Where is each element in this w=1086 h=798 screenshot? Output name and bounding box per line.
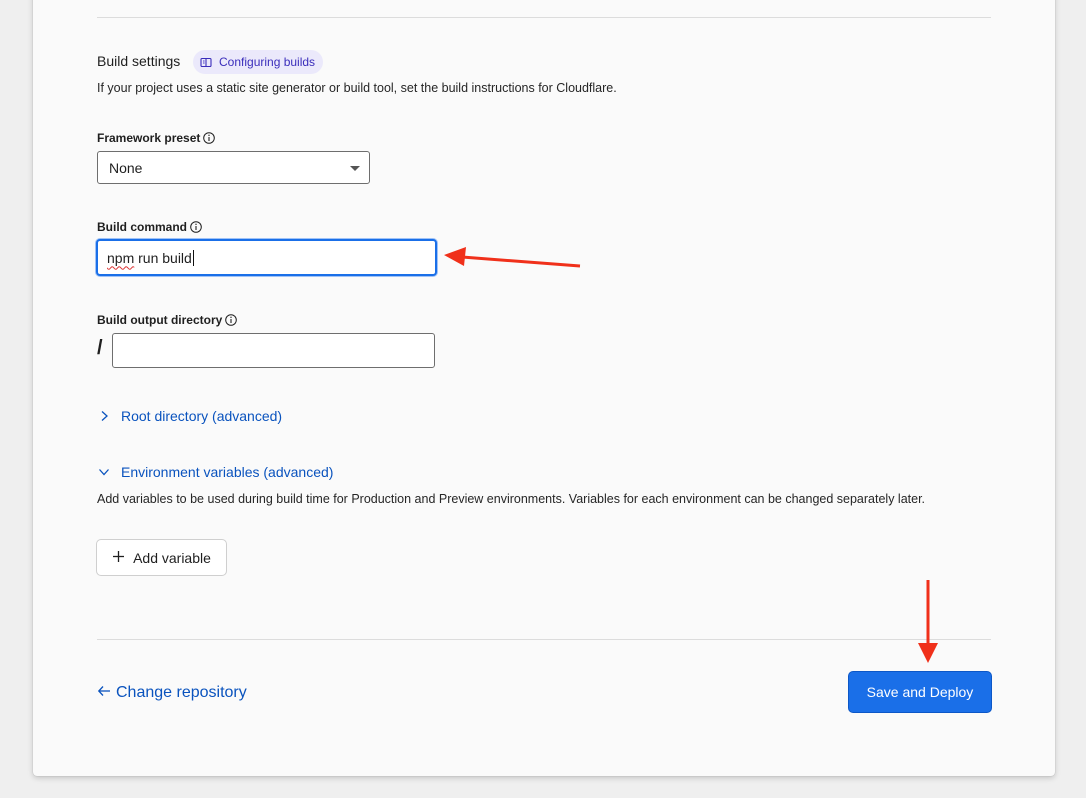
change-repository-link[interactable]: Change repository xyxy=(97,683,247,702)
add-variable-label: Add variable xyxy=(133,549,211,566)
info-icon[interactable] xyxy=(225,314,238,326)
plus-icon xyxy=(112,550,125,566)
build-settings-description: If your project uses a static site gener… xyxy=(97,81,617,95)
caret-down-icon xyxy=(350,166,360,171)
framework-preset-select[interactable]: None xyxy=(97,151,370,184)
root-directory-label: Root directory (advanced) xyxy=(121,408,283,424)
build-config-card xyxy=(33,0,1055,776)
configuring-builds-link[interactable]: Configuring builds xyxy=(193,50,324,74)
footer-divider xyxy=(97,639,991,640)
info-icon[interactable] xyxy=(203,132,216,144)
configuring-builds-label: Configuring builds xyxy=(219,55,316,69)
framework-preset-label: Framework preset xyxy=(97,131,216,145)
build-settings-title-text: Build settings xyxy=(97,53,181,69)
build-output-label-text: Build output directory xyxy=(97,313,223,327)
build-settings-title: Build settings xyxy=(97,53,180,69)
framework-preset-value: None xyxy=(109,159,143,176)
arrow-left-icon xyxy=(97,683,111,702)
build-command-value-word: npm xyxy=(107,249,135,266)
text-caret xyxy=(192,249,194,266)
info-icon[interactable] xyxy=(190,221,202,233)
output-path-prefix: / xyxy=(97,337,103,359)
build-output-input[interactable] xyxy=(112,333,435,368)
root-directory-toggle[interactable]: Root directory (advanced) xyxy=(97,408,282,424)
build-command-label-text: Build command xyxy=(97,220,188,234)
build-output-label: Build output directory xyxy=(97,313,238,327)
env-vars-description: Add variables to be used during build ti… xyxy=(97,492,926,506)
top-divider xyxy=(97,17,991,18)
save-and-deploy-button[interactable]: Save and Deploy xyxy=(848,671,992,713)
env-vars-toggle[interactable]: Environment variables (advanced) xyxy=(97,464,333,480)
chevron-right-icon xyxy=(97,409,111,423)
add-variable-button[interactable]: Add variable xyxy=(96,539,227,576)
change-repository-label: Change repository xyxy=(116,683,247,701)
build-command-value-rest: run build xyxy=(134,249,192,266)
book-icon xyxy=(200,57,212,68)
build-command-label: Build command xyxy=(97,220,202,234)
framework-preset-label-text: Framework preset xyxy=(97,131,201,145)
build-command-input[interactable]: npm run build xyxy=(96,239,437,276)
env-vars-label: Environment variables (advanced) xyxy=(121,464,334,480)
chevron-down-icon xyxy=(97,465,111,479)
save-and-deploy-label: Save and Deploy xyxy=(866,684,974,700)
